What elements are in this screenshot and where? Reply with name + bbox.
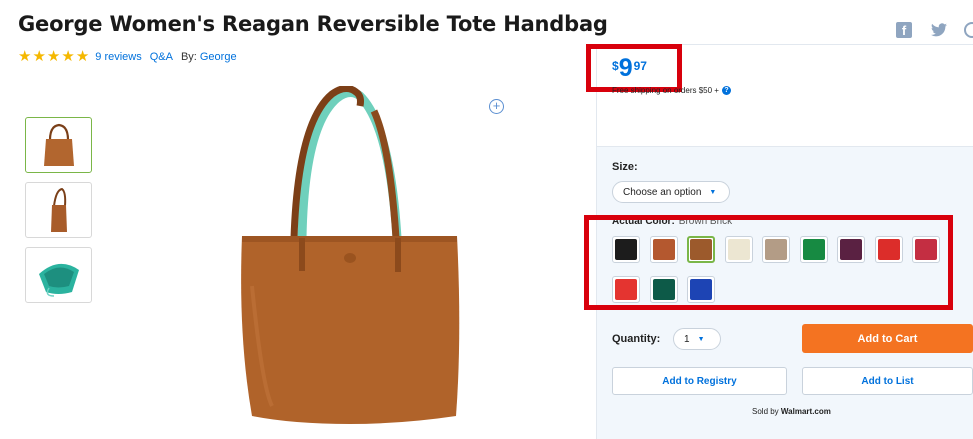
star-icon: ★ <box>46 48 61 65</box>
shipping-note: Free shipping on orders $50 + ? <box>612 86 731 95</box>
thumbnail-inside[interactable] <box>25 247 92 303</box>
star-icon: ★ <box>61 48 75 65</box>
thumbnail-list <box>25 117 92 303</box>
size-select-value: Choose an option <box>623 186 702 198</box>
quantity-select[interactable]: 1 ▼ <box>673 328 721 350</box>
star-icon: ★ <box>18 48 32 65</box>
star-icon: ★ <box>75 48 90 65</box>
chevron-down-icon: ▼ <box>697 335 705 343</box>
sold-by-prefix: Sold by <box>752 407 779 416</box>
quantity-value: 1 <box>684 333 690 345</box>
quantity-label: Quantity: <box>612 333 661 345</box>
thumbnail-side[interactable] <box>25 182 92 238</box>
add-to-cart-button[interactable]: Add to Cart <box>802 324 973 353</box>
product-main-image <box>241 86 460 424</box>
twitter-share-icon[interactable] <box>930 22 948 38</box>
qa-link[interactable]: Q&A <box>150 51 173 63</box>
size-select[interactable]: Choose an option ▼ <box>612 181 730 203</box>
product-title: George Women's Reagan Reversible Tote Ha… <box>18 12 608 36</box>
chevron-down-icon: ▼ <box>709 188 717 196</box>
product-page: George Women's Reagan Reversible Tote Ha… <box>0 0 973 439</box>
color-highlight-box <box>584 215 953 310</box>
facebook-share-icon[interactable]: f <box>896 22 912 38</box>
rating-row: ★ ★ ★ ★ ★ 9 reviews Q&A By: George <box>18 49 245 64</box>
brand-link[interactable]: George <box>200 51 237 63</box>
thumbnail-front[interactable] <box>25 117 92 173</box>
info-icon[interactable]: ? <box>721 86 731 95</box>
sold-by: Sold by Walmart.com <box>752 407 831 416</box>
star-icon: ★ <box>32 48 46 65</box>
star-rating[interactable]: ★ ★ ★ ★ ★ <box>18 49 89 64</box>
price-highlight-box <box>586 44 682 92</box>
zoom-plus-icon[interactable]: + <box>489 99 504 114</box>
seller-name: Walmart.com <box>780 407 831 416</box>
add-to-registry-button[interactable]: Add to Registry <box>612 367 787 395</box>
pinterest-share-icon[interactable] <box>964 22 973 38</box>
add-to-list-button[interactable]: Add to List <box>802 367 973 395</box>
by-label: By: <box>180 50 197 63</box>
shipping-text: Free shipping on orders $50 + <box>612 86 719 95</box>
reviews-link[interactable]: 9 reviews <box>95 51 141 63</box>
size-label: Size: <box>612 161 638 173</box>
